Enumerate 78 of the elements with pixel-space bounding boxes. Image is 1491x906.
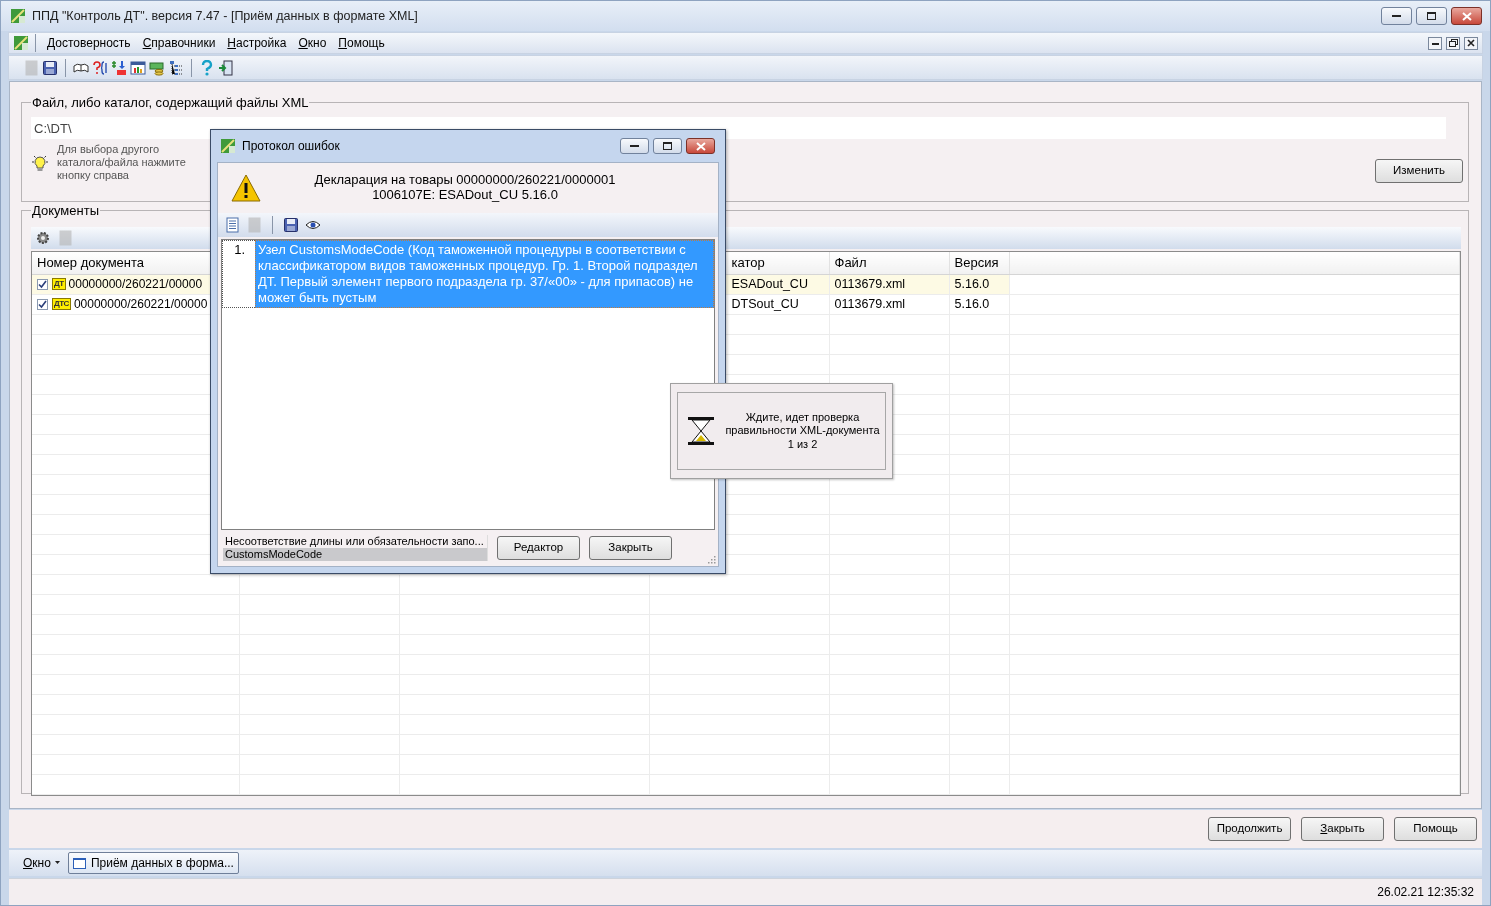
chart-window-icon[interactable] [130, 59, 146, 76]
save-icon[interactable] [283, 217, 299, 233]
dialog-title: Протокол ошибок [242, 138, 340, 154]
resize-grip-icon[interactable] [708, 556, 716, 564]
close-button[interactable] [1451, 7, 1482, 25]
status-text: CustomsModeCode [223, 548, 487, 562]
dialog-button[interactable]: Продолжить [1208, 817, 1291, 841]
minimize-icon [630, 144, 639, 148]
close-icon [1467, 39, 1475, 47]
change-button[interactable]: Изменить [1375, 158, 1463, 183]
dialog-button[interactable]: Помощь [1394, 817, 1477, 841]
menu-item[interactable]: Справочники [137, 34, 221, 52]
window-title: ППД "Контроль ДТ". версия 7.47 - [Приём данных в формате XML] [32, 8, 418, 24]
close-icon [1461, 11, 1472, 21]
checkbox[interactable] [37, 298, 48, 310]
window-menu[interactable]: Окно [21, 855, 62, 871]
hint-text: Для выбора другого каталога/файла нажмите кнопку справа [57, 143, 187, 183]
window-tab[interactable]: Приём данных в форма... [67, 852, 239, 874]
minimize-button[interactable] [1428, 36, 1442, 50]
table-cell: 0113679.xml [834, 276, 906, 291]
minimize-icon [1431, 41, 1439, 45]
close-icon [695, 141, 706, 151]
close-button[interactable] [1464, 36, 1478, 50]
table-cell: 00000000/260221/00000 [73, 296, 208, 311]
warning-icon [230, 173, 262, 203]
window-icon [72, 857, 86, 869]
maximize-icon [1427, 12, 1436, 20]
column-header[interactable]: катор [731, 254, 765, 270]
app-icon [220, 138, 236, 154]
wait-message: правильности XML-документа [724, 424, 881, 438]
heading-text: 1006107E: ESADout_CU 5.16.0 [371, 188, 559, 203]
maximize-icon [663, 142, 672, 150]
wait-message: Ждите, идет проверка [744, 411, 861, 425]
wait-message: 1 из 2 [786, 437, 819, 451]
minimize-button[interactable] [1381, 7, 1412, 25]
table-cell: DTSout_CU [731, 296, 799, 311]
column-header[interactable]: Файл [834, 254, 867, 270]
minimize-button[interactable] [620, 138, 649, 154]
maximize-button[interactable] [1416, 7, 1447, 25]
tree-list-icon[interactable] [168, 59, 184, 76]
doc-type-tag: ДТС [52, 298, 71, 311]
menu-item[interactable]: Помощь [333, 34, 390, 52]
group-title: Файл, либо каталог, содержащий файлы XML [31, 96, 310, 109]
dialog-button[interactable]: Редактор [497, 536, 580, 560]
dialog-button[interactable]: Закрыть [589, 536, 672, 560]
table-cell: 5.16.0 [954, 276, 990, 291]
conversion-icon[interactable] [111, 59, 127, 76]
menu-item[interactable]: Достоверность [42, 34, 136, 52]
caret-icon [54, 861, 60, 865]
table-cell: ESADout_CU [731, 276, 808, 291]
banknote-icon[interactable] [149, 59, 165, 76]
help-icon[interactable] [199, 59, 215, 76]
document-icon[interactable] [224, 217, 240, 233]
menu-item[interactable]: Настройка [222, 34, 292, 52]
table-cell: 00000000/260221/00000 [68, 276, 203, 291]
hourglass-icon [688, 417, 714, 445]
exit-icon[interactable] [218, 59, 234, 76]
status-datetime: 26.02.21 12:35:32 [1377, 884, 1474, 900]
code-icon[interactable] [92, 59, 108, 76]
dialog-button[interactable]: Закрыть [1301, 817, 1384, 841]
table-cell: 5.16.0 [954, 296, 990, 311]
close-button[interactable] [686, 138, 715, 154]
menu-item[interactable]: Окно [293, 34, 332, 52]
table-cell: 0113679.xml [834, 296, 906, 311]
status-text: Несоответствие длины или обязательности запо... [224, 534, 485, 548]
checkbox[interactable] [37, 278, 48, 290]
save-icon[interactable] [42, 59, 58, 76]
minimize-icon [1392, 14, 1401, 18]
group-title: Документы [31, 204, 100, 217]
restore-button[interactable] [1446, 36, 1460, 50]
app-icon [10, 8, 26, 24]
doc-type-tag: ДТ [52, 278, 66, 291]
maximize-button[interactable] [653, 138, 682, 154]
heading-text: Декларация на товары 00000000/260221/0000001 [313, 173, 617, 188]
gear-icon[interactable] [35, 230, 51, 246]
app-icon[interactable] [13, 35, 29, 51]
restore-icon [1448, 39, 1458, 47]
lightbulb-icon [31, 153, 49, 172]
